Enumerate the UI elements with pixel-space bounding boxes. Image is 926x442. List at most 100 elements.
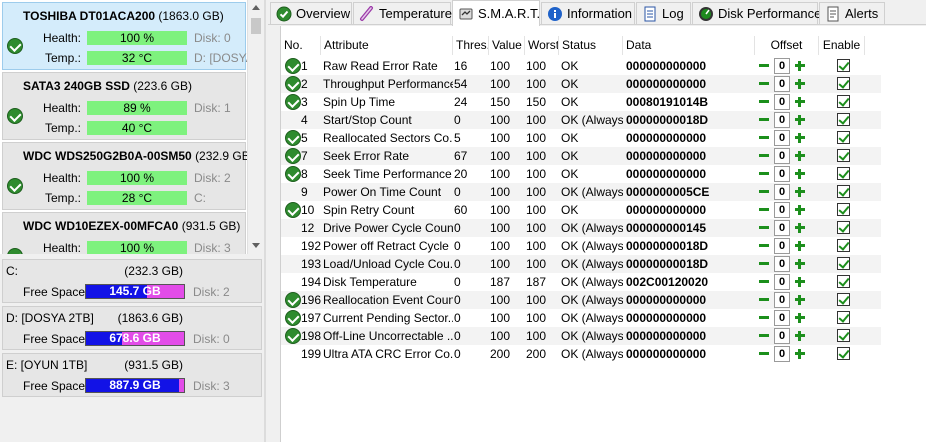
column-header-status[interactable]: Status bbox=[559, 36, 623, 55]
enable-checkbox[interactable] bbox=[837, 203, 850, 216]
volume-item[interactable]: E: [OYUN 1TB] (931.5 GB) Free Space 887.9 G… bbox=[2, 353, 262, 397]
column-header-offset[interactable]: Offset bbox=[755, 36, 819, 55]
offset-stepper[interactable]: 0 bbox=[756, 256, 810, 272]
offset-plus-button[interactable] bbox=[792, 310, 808, 326]
column-header-no[interactable]: No. bbox=[281, 36, 321, 55]
offset-stepper[interactable]: 0 bbox=[756, 148, 810, 164]
offset-minus-button[interactable] bbox=[756, 256, 772, 272]
offset-stepper[interactable]: 0 bbox=[756, 238, 810, 254]
offset-value-field[interactable]: 0 bbox=[774, 184, 790, 200]
tab-information[interactable]: Information bbox=[541, 2, 635, 24]
offset-minus-button[interactable] bbox=[756, 346, 772, 362]
column-header-threshold[interactable]: Thres... bbox=[453, 36, 489, 55]
offset-plus-button[interactable] bbox=[792, 346, 808, 362]
volume-item[interactable]: D: [DOSYA 2TB] (1863.6 GB) Free Space 678.6… bbox=[2, 306, 262, 350]
tab-disk-performance[interactable]: Disk Performance bbox=[692, 2, 821, 24]
offset-plus-button[interactable] bbox=[792, 130, 808, 146]
table-row[interactable]: 12 Drive Power Cycle Count 0 100 100 OK (Alwa… bbox=[281, 219, 881, 237]
column-header-enable[interactable]: Enable bbox=[819, 36, 865, 55]
table-row[interactable]: 10 Spin Retry Count 60 100 100 OK 000000000000… bbox=[281, 201, 881, 219]
offset-plus-button[interactable] bbox=[792, 148, 808, 164]
offset-value-field[interactable]: 0 bbox=[774, 148, 790, 164]
offset-minus-button[interactable] bbox=[756, 274, 772, 290]
enable-checkbox[interactable] bbox=[837, 221, 850, 234]
offset-minus-button[interactable] bbox=[756, 94, 772, 110]
tab-temperature[interactable]: Temperature bbox=[353, 2, 452, 24]
offset-stepper[interactable]: 0 bbox=[756, 310, 810, 326]
table-row[interactable]: 197 Current Pending Sector... 0 100 100 OK (A… bbox=[281, 309, 881, 327]
table-row[interactable]: 4Start/Stop Count0100100OK (Always...000… bbox=[281, 111, 881, 129]
tab-alerts[interactable]: Alerts bbox=[819, 2, 885, 24]
offset-value-field[interactable]: 0 bbox=[774, 238, 790, 254]
offset-minus-button[interactable] bbox=[756, 130, 772, 146]
enable-checkbox[interactable] bbox=[837, 149, 850, 162]
offset-stepper[interactable]: 0 bbox=[756, 220, 810, 236]
table-row[interactable]: 198 Off-Line Uncorrectable ... 0 100 100 OK (… bbox=[281, 327, 881, 345]
offset-value-field[interactable]: 0 bbox=[774, 274, 790, 290]
disk-card[interactable]: WDC WD10EZEX-00MFCA0 (931.5 GB) Health: 10… bbox=[2, 212, 246, 254]
enable-checkbox[interactable] bbox=[837, 275, 850, 288]
table-row[interactable]: 5 Reallocated Sectors Co... 5 100 100 OK 00000… bbox=[281, 129, 881, 147]
enable-checkbox[interactable] bbox=[837, 59, 850, 72]
scroll-thumb[interactable] bbox=[251, 18, 261, 34]
offset-plus-button[interactable] bbox=[792, 94, 808, 110]
table-row[interactable]: 7 Seek Error Rate 67 100 100 OK 000000000000 0 bbox=[281, 147, 881, 165]
offset-stepper[interactable]: 0 bbox=[756, 76, 810, 92]
panel-splitter[interactable] bbox=[0, 254, 264, 258]
offset-value-field[interactable]: 0 bbox=[774, 58, 790, 74]
offset-value-field[interactable]: 0 bbox=[774, 112, 790, 128]
offset-value-field[interactable]: 0 bbox=[774, 310, 790, 326]
offset-stepper[interactable]: 0 bbox=[756, 130, 810, 146]
table-row[interactable]: 2 Throughput Performance 54 100 100 OK 0000000… bbox=[281, 75, 881, 93]
offset-minus-button[interactable] bbox=[756, 220, 772, 236]
offset-stepper[interactable]: 0 bbox=[756, 94, 810, 110]
enable-checkbox[interactable] bbox=[837, 347, 850, 360]
table-row[interactable]: 1 Raw Read Error Rate 16 100 100 OK 0000000000… bbox=[281, 57, 881, 75]
enable-checkbox[interactable] bbox=[837, 95, 850, 108]
disk-card[interactable]: TOSHIBA DT01ACA200 (1863.0 GB) Health: 100… bbox=[2, 2, 254, 70]
offset-plus-button[interactable] bbox=[792, 166, 808, 182]
offset-value-field[interactable]: 0 bbox=[774, 94, 790, 110]
offset-plus-button[interactable] bbox=[792, 112, 808, 128]
enable-checkbox[interactable] bbox=[837, 113, 850, 126]
tab-log[interactable]: Log bbox=[636, 2, 691, 24]
offset-plus-button[interactable] bbox=[792, 184, 808, 200]
offset-plus-button[interactable] bbox=[792, 328, 808, 344]
table-row[interactable]: 194Disk Temperature0187187OK (Always...0… bbox=[281, 273, 881, 291]
offset-minus-button[interactable] bbox=[756, 76, 772, 92]
offset-minus-button[interactable] bbox=[756, 328, 772, 344]
offset-minus-button[interactable] bbox=[756, 292, 772, 308]
offset-stepper[interactable]: 0 bbox=[756, 166, 810, 182]
column-header-worst[interactable]: Worst bbox=[525, 36, 559, 55]
disk-list-scrollbar[interactable] bbox=[247, 0, 264, 254]
offset-value-field[interactable]: 0 bbox=[774, 202, 790, 218]
disk-card[interactable]: SATA3 240GB SSD (223.6 GB) Health: 89 % Dis… bbox=[2, 72, 246, 140]
offset-minus-button[interactable] bbox=[756, 202, 772, 218]
offset-plus-button[interactable] bbox=[792, 76, 808, 92]
enable-checkbox[interactable] bbox=[837, 239, 850, 252]
offset-minus-button[interactable] bbox=[756, 238, 772, 254]
offset-minus-button[interactable] bbox=[756, 310, 772, 326]
enable-checkbox[interactable] bbox=[837, 185, 850, 198]
offset-stepper[interactable]: 0 bbox=[756, 346, 810, 362]
table-row[interactable]: 192 Power off Retract Cycle ... 0 100 100 OK … bbox=[281, 237, 881, 255]
offset-value-field[interactable]: 0 bbox=[774, 346, 790, 362]
offset-stepper[interactable]: 0 bbox=[756, 202, 810, 218]
offset-stepper[interactable]: 0 bbox=[756, 112, 810, 128]
table-row[interactable]: 9 Power On Time Count 0 100 100 OK (Always...… bbox=[281, 183, 881, 201]
offset-value-field[interactable]: 0 bbox=[774, 328, 790, 344]
enable-checkbox[interactable] bbox=[837, 167, 850, 180]
enable-checkbox[interactable] bbox=[837, 131, 850, 144]
disk-card[interactable]: WDC WDS250G2B0A-00SM50 (232.9 GB) Health:… bbox=[2, 142, 254, 210]
offset-value-field[interactable]: 0 bbox=[774, 220, 790, 236]
offset-value-field[interactable]: 0 bbox=[774, 76, 790, 92]
column-header-value[interactable]: Value bbox=[489, 36, 525, 55]
offset-plus-button[interactable] bbox=[792, 292, 808, 308]
offset-plus-button[interactable] bbox=[792, 238, 808, 254]
offset-minus-button[interactable] bbox=[756, 166, 772, 182]
offset-stepper[interactable]: 0 bbox=[756, 292, 810, 308]
offset-minus-button[interactable] bbox=[756, 112, 772, 128]
scroll-up-arrow-icon[interactable] bbox=[252, 5, 260, 10]
offset-plus-button[interactable] bbox=[792, 256, 808, 272]
offset-plus-button[interactable] bbox=[792, 58, 808, 74]
